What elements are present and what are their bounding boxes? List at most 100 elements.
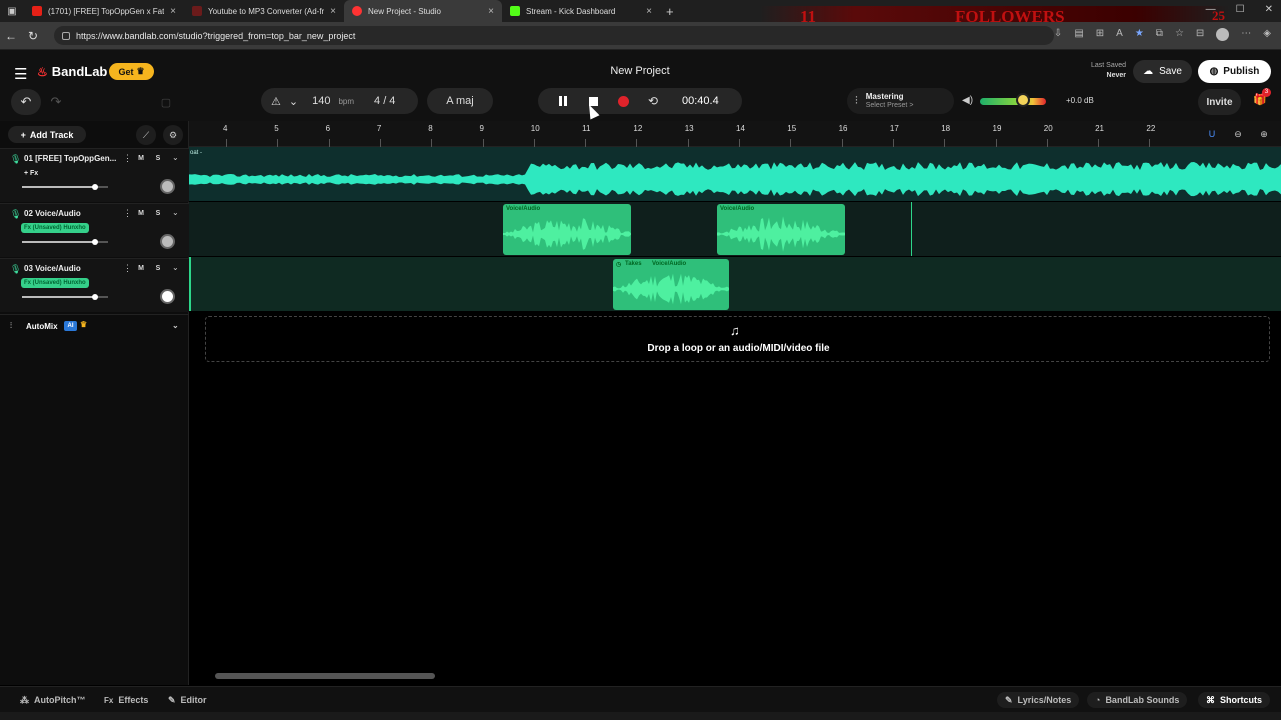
record-button[interactable] <box>608 95 638 107</box>
close-window-icon[interactable]: ✕ <box>1265 4 1273 15</box>
mute-button[interactable]: M <box>135 208 147 219</box>
mic-icon[interactable]: 🎙 <box>10 209 21 220</box>
menu-icon[interactable]: ☰ <box>14 65 27 83</box>
chevron-down-icon[interactable]: ⌄ <box>289 95 298 108</box>
maximize-icon[interactable]: ☐ <box>1236 4 1245 15</box>
publish-button[interactable]: ◍ Publish <box>1198 60 1271 83</box>
extensions-icon[interactable]: ⧉ <box>1156 28 1163 41</box>
chevron-down-icon[interactable]: ⌄ <box>172 153 179 162</box>
mic-icon[interactable]: 🎙 <box>10 154 21 165</box>
timeline-ruler[interactable]: U ⊖ ⊕ 4 5 6 7 8 9 10 11 12 13 14 15 16 17 18 19 20 21 22 <box>189 121 1281 147</box>
fx-preset-badge[interactable]: Fx (Unsaved) Hunxho <box>21 223 89 233</box>
chevron-down-icon[interactable]: ⌄ <box>172 208 179 217</box>
pan-knob[interactable] <box>160 179 175 194</box>
track-menu-icon[interactable]: ⋮ <box>123 153 132 164</box>
track-settings-icon[interactable]: ⚙ <box>163 125 183 145</box>
read-aloud-icon[interactable]: A <box>1116 28 1123 41</box>
track-lane-3[interactable]: ◷ Takes Voice/Audio <box>189 257 1281 311</box>
translate-icon[interactable]: ⊞ <box>1096 28 1104 41</box>
save-button[interactable]: ☁ Save <box>1133 60 1192 83</box>
audio-clip[interactable]: Voice/Audio <box>717 204 845 255</box>
track-menu-icon[interactable]: ⋮ <box>123 263 132 274</box>
shortcuts-button[interactable]: ⌘ Shortcuts <box>1198 692 1271 708</box>
autopitch-button[interactable]: ⁂ AutoPitch™ <box>20 692 86 708</box>
pan-knob[interactable] <box>160 234 175 249</box>
master-volume-meter[interactable] <box>980 98 1046 105</box>
back-icon[interactable]: ← <box>0 29 22 43</box>
track-header-1[interactable]: 🎙 01 [FREE] TopOppGen... ⋮ M S ⌄ + Fx <box>0 148 189 202</box>
master-volume-knob[interactable] <box>1015 93 1030 107</box>
fx-preset-badge[interactable]: Fx (Unsaved) Hunxho <box>21 278 89 288</box>
close-tab-icon[interactable]: × <box>170 6 176 17</box>
browser-tab-youtube[interactable]: (1701) [FREE] TopOppGen x Fatt! × <box>24 0 184 22</box>
mastering-selector[interactable]: ⫶ Mastering Select Preset > <box>847 88 954 114</box>
solo-button[interactable]: S <box>152 263 164 274</box>
new-tab-button[interactable]: + <box>666 4 674 19</box>
project-title[interactable]: New Project <box>560 65 720 77</box>
close-tab-icon[interactable]: × <box>330 6 336 17</box>
tempo-control[interactable]: ⚠ ⌄ 140 bpm 4 / 4 <box>261 88 418 114</box>
pause-button[interactable] <box>548 96 578 106</box>
download-icon[interactable]: ⇩ <box>1054 28 1062 41</box>
automix-row[interactable]: ⫶ AutoMix AI ♛ ⌄ <box>0 314 189 336</box>
copilot-icon[interactable]: ◈ <box>1263 28 1271 41</box>
track-header-3[interactable]: 🎙 03 Voice/Audio ⋮ M S ⌄ Fx (Unsaved) Hu… <box>0 258 189 312</box>
undo-button[interactable]: ↶ <box>11 89 41 115</box>
browser-tab-studio[interactable]: New Project - Studio × <box>344 0 502 22</box>
mic-icon[interactable]: 🎙 <box>10 264 21 275</box>
audio-clip[interactable]: Voice/Audio <box>503 204 631 255</box>
chevron-down-icon[interactable]: ⌄ <box>172 263 179 272</box>
track-header-2[interactable]: 🎙 02 Voice/Audio ⋮ M S ⌄ Fx (Unsaved) Hu… <box>0 203 189 257</box>
reload-icon[interactable]: ↻ <box>22 29 44 43</box>
effects-button[interactable]: Fx Effects <box>104 692 148 708</box>
bandlab-logo[interactable]: ♨ BandLab <box>37 64 107 79</box>
time-signature[interactable]: 4 / 4 <box>374 95 395 107</box>
favorite-star-icon[interactable]: ★ <box>1135 28 1144 41</box>
collections-icon[interactable]: ⊟ <box>1196 28 1204 41</box>
beat-waveform[interactable] <box>189 147 1281 201</box>
snap-magnet-icon[interactable]: U <box>1203 126 1221 142</box>
more-icon[interactable]: ⋯ <box>1241 28 1251 41</box>
track-lane-2[interactable]: Voice/Audio Voice/Audio <box>189 202 1281 256</box>
lyrics-notes-button[interactable]: ✎ Lyrics/Notes <box>997 692 1080 708</box>
solo-button[interactable]: S <box>152 153 164 164</box>
browser-tab-converter[interactable]: Youtube to MP3 Converter (Ad-fr × <box>184 0 344 22</box>
browser-tab-kick[interactable]: Stream - Kick Dashboard × <box>502 0 660 22</box>
bandlab-sounds-button[interactable]: ◔ BandLab Sounds <box>1087 692 1188 708</box>
chevron-down-icon[interactable]: ⌄ <box>172 321 179 330</box>
track-volume-slider[interactable] <box>22 184 108 190</box>
mute-button[interactable]: M <box>135 263 147 274</box>
close-tab-icon[interactable]: × <box>488 6 494 17</box>
get-membership-button[interactable]: Get ♛ <box>109 63 154 80</box>
add-fx-button[interactable]: + Fx <box>21 168 41 178</box>
track-volume-slider[interactable] <box>22 294 108 300</box>
add-track-button[interactable]: + Add Track <box>8 126 86 143</box>
close-tab-icon[interactable]: × <box>646 6 652 17</box>
profile-avatar[interactable] <box>1216 28 1230 41</box>
url-field[interactable]: https://www.bandlab.com/studio?triggered… <box>54 26 1054 45</box>
horizontal-scrollbar[interactable] <box>215 673 435 679</box>
track-lane-1[interactable]: oat - <box>189 147 1281 201</box>
gift-icon[interactable]: 🎁 3 <box>1253 88 1271 106</box>
track-volume-slider[interactable] <box>22 239 108 245</box>
editor-button[interactable]: ✎ Editor <box>168 692 207 708</box>
mute-button[interactable]: M <box>135 153 147 164</box>
loop-region-button[interactable]: ▢ <box>153 89 179 115</box>
bpm-value[interactable]: 140 <box>312 95 330 107</box>
speaker-icon[interactable]: ◀) <box>962 95 973 106</box>
solo-button[interactable]: S <box>152 208 164 219</box>
metronome-icon[interactable]: ⚠ <box>271 95 281 108</box>
site-info-icon[interactable] <box>62 31 70 40</box>
redo-button[interactable]: ↷ <box>43 89 69 115</box>
tab-actions-icon[interactable]: ▣ <box>0 0 24 22</box>
drop-zone[interactable]: ♫ Drop a loop or an audio/MIDI/video fil… <box>205 316 1270 362</box>
pan-knob[interactable] <box>160 289 175 304</box>
zoom-out-icon[interactable]: ⊖ <box>1229 126 1247 142</box>
invite-button[interactable]: Invite <box>1198 89 1241 115</box>
track-menu-icon[interactable]: ⋮ <box>123 208 132 219</box>
zoom-in-icon[interactable]: ⊕ <box>1255 126 1273 142</box>
loop-button[interactable]: ⟲ <box>638 94 668 108</box>
minimize-icon[interactable]: — <box>1206 4 1216 15</box>
favorites-icon[interactable]: ☆ <box>1175 28 1184 41</box>
audio-clip-takes[interactable]: ◷ Takes Voice/Audio <box>613 259 729 310</box>
